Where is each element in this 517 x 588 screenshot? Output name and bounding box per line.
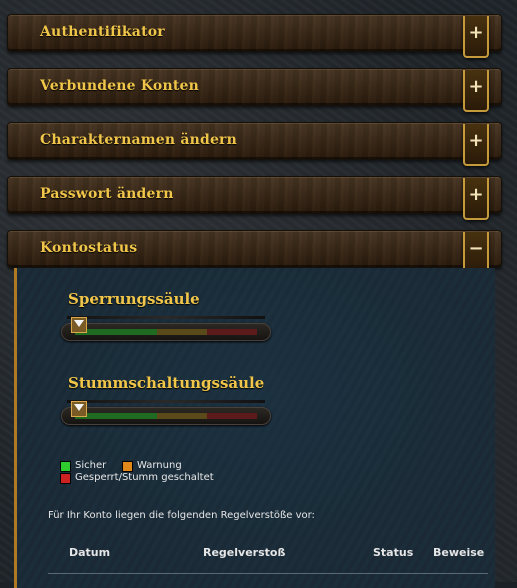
- gauge-safe-zone: [75, 329, 157, 335]
- warning-swatch: [122, 461, 133, 472]
- gauge-danger-zone: [207, 329, 257, 335]
- section-title: Kontostatus: [40, 240, 138, 256]
- gauge-marker-icon: [71, 401, 87, 417]
- ban-gauge-title: Sperrungssäule: [68, 290, 200, 308]
- gauge-marker-icon: [71, 317, 87, 333]
- section-passwort-aendern[interactable]: Passwort ändern +: [7, 176, 502, 220]
- kontostatus-panel: Sperrungssäule Stummschaltungssäule Sich…: [14, 268, 495, 588]
- table-divider: [48, 573, 488, 574]
- plus-icon: +: [468, 22, 484, 43]
- section-title: Charakternamen ändern: [40, 132, 238, 148]
- expand-button[interactable]: +: [463, 16, 489, 58]
- gauge-warning-zone: [157, 413, 207, 419]
- violations-note: Für Ihr Konto liegen die folgenden Regel…: [48, 510, 315, 521]
- column-header-beweise: Beweise: [433, 546, 485, 559]
- expand-button[interactable]: +: [463, 124, 489, 166]
- gauge-track: [61, 323, 271, 341]
- plus-icon: +: [468, 184, 484, 205]
- section-title: Verbundene Konten: [40, 78, 199, 94]
- column-header-status: Status: [373, 546, 414, 559]
- gauge-safe-zone: [75, 413, 157, 419]
- section-title: Passwort ändern: [40, 186, 174, 202]
- section-authentifikator[interactable]: Authentifikator +: [7, 14, 502, 58]
- gauge-warning-zone: [157, 329, 207, 335]
- safe-swatch: [60, 461, 71, 472]
- section-kontostatus[interactable]: Kontostatus −: [7, 230, 502, 274]
- legend-safe-label: Sicher: [75, 460, 107, 471]
- minus-icon: −: [468, 238, 484, 259]
- column-header-regelverstoss: Regelverstoß: [203, 546, 286, 559]
- mute-gauge: [61, 400, 271, 426]
- legend-banned-label: Gesperrt/Stumm geschaltet: [75, 472, 214, 483]
- plus-icon: +: [468, 76, 484, 97]
- section-charakternamen-aendern[interactable]: Charakternamen ändern +: [7, 122, 502, 166]
- legend-warning-label: Warnung: [137, 460, 182, 471]
- plus-icon: +: [468, 130, 484, 151]
- ban-gauge: [61, 316, 271, 342]
- mute-gauge-title: Stummschaltungssäule: [68, 374, 265, 392]
- section-title: Authentifikator: [40, 24, 165, 40]
- expand-button[interactable]: +: [463, 70, 489, 112]
- column-header-datum: Datum: [69, 546, 111, 559]
- expand-button[interactable]: +: [463, 178, 489, 220]
- gauge-track: [61, 407, 271, 425]
- banned-swatch: [60, 473, 71, 484]
- gauge-danger-zone: [207, 413, 257, 419]
- section-verbundene-konten[interactable]: Verbundene Konten +: [7, 68, 502, 112]
